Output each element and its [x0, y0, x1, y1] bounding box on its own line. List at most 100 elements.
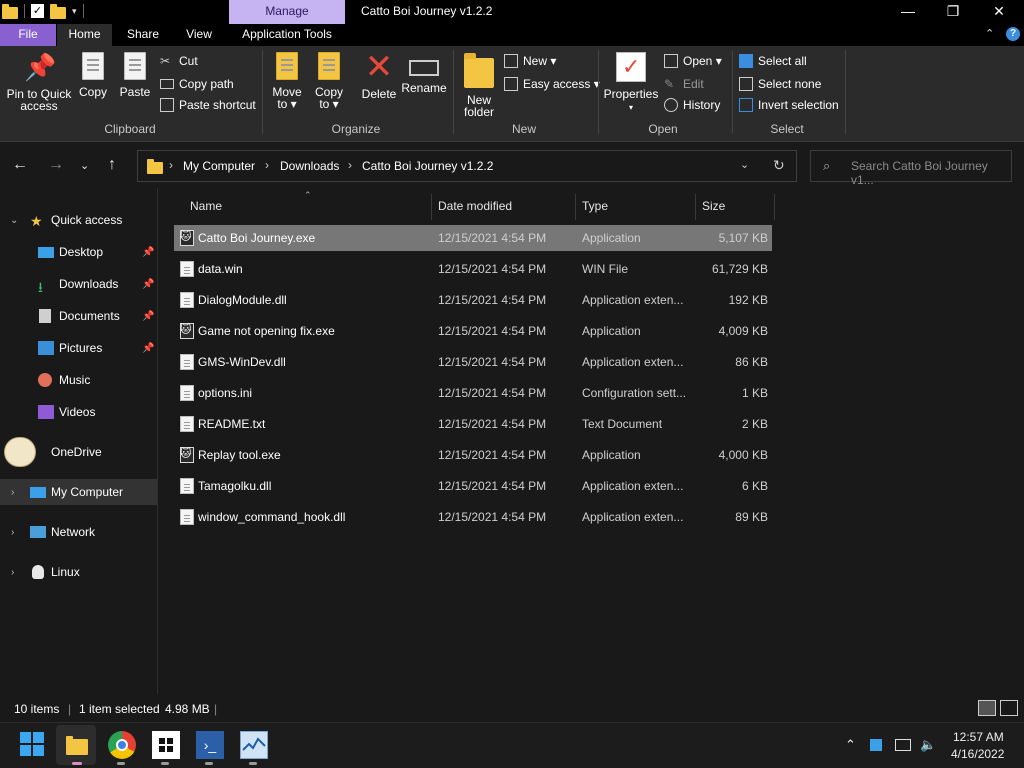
sidebar-item-documents[interactable]: Documents 📌 — [0, 303, 157, 329]
tab-file[interactable]: File — [0, 24, 56, 46]
sidebar-item-onedrive[interactable]: OneDrive — [0, 437, 157, 467]
customize-toolbar-caret-icon[interactable]: ▾ — [72, 6, 77, 17]
recent-locations-chevron-icon[interactable]: ⌄ — [80, 159, 89, 172]
rename-button[interactable]: Rename — [401, 52, 447, 94]
cut-button[interactable]: ✂ Cut — [160, 52, 198, 70]
new-folder-icon[interactable] — [50, 4, 66, 19]
tab-share[interactable]: Share — [118, 24, 168, 46]
file-row[interactable]: Tamagolku.dll 12/15/2021 4:54 PM Applicati… — [174, 473, 772, 499]
properties-button[interactable]: Properties ▾ — [602, 52, 660, 114]
chrome-icon[interactable] — [108, 731, 136, 759]
tab-application-tools[interactable]: Application Tools — [230, 24, 344, 46]
pin-icon[interactable]: 📌 — [142, 247, 154, 258]
network-tray-icon[interactable] — [895, 739, 911, 751]
pin-icon[interactable]: 📌 — [142, 343, 154, 354]
large-icons-view-icon[interactable] — [1000, 700, 1018, 716]
breadcrumb-my-computer[interactable]: My Computer — [183, 159, 255, 173]
help-icon[interactable]: ? — [1006, 27, 1020, 41]
file-row[interactable]: data.win 12/15/2021 4:54 PM WIN File 61,729… — [174, 256, 772, 282]
file-row[interactable]: window_command_hook.dll 12/15/2021 4:54 P… — [174, 504, 772, 530]
sidebar-item-desktop[interactable]: Desktop 📌 — [0, 239, 157, 265]
sidebar-item-quick-access[interactable]: ⌄ ★ Quick access — [0, 207, 157, 233]
copy-to-button[interactable]: Copy to ▾ — [310, 52, 348, 110]
chevron-right-icon[interactable]: › — [11, 487, 14, 498]
sidebar-item-linux[interactable]: › Linux — [0, 559, 157, 585]
history-button[interactable]: History — [664, 96, 720, 114]
clock-time[interactable]: 12:57 AM — [953, 730, 1004, 744]
forward-arrow-icon[interactable]: → — [48, 156, 64, 174]
sidebar-item-my-computer[interactable]: › My Computer — [0, 479, 157, 505]
sidebar-item-downloads[interactable]: ⭳ Downloads 📌 — [0, 271, 157, 297]
collapse-ribbon-icon[interactable]: ⌃ — [985, 27, 994, 40]
close-button[interactable]: ✕ — [976, 0, 1022, 24]
column-divider[interactable] — [774, 194, 775, 220]
details-view-icon[interactable] — [978, 700, 996, 716]
file-row[interactable]: Replay tool.exe 12/15/2021 4:54 PM Applica… — [174, 442, 772, 468]
select-all-button[interactable]: Select all — [739, 52, 807, 70]
tab-manage[interactable]: Manage — [229, 0, 345, 24]
powershell-icon[interactable]: ›_ — [196, 731, 224, 759]
column-divider[interactable] — [695, 194, 696, 220]
tab-home[interactable]: Home — [57, 24, 112, 46]
chevron-right-icon[interactable]: › — [11, 567, 14, 578]
address-bar[interactable]: › My Computer › Downloads › Catto Boi Jo… — [137, 150, 797, 182]
paste-shortcut-button[interactable]: Paste shortcut — [160, 96, 256, 114]
store-app-icon[interactable] — [152, 731, 180, 759]
back-arrow-icon[interactable]: ← — [12, 156, 28, 174]
select-none-button[interactable]: Select none — [739, 75, 821, 93]
taskbar-file-explorer[interactable] — [56, 725, 96, 765]
sidebar-item-videos[interactable]: Videos — [0, 399, 157, 425]
column-divider[interactable] — [431, 194, 432, 220]
column-header-date-modified[interactable]: Date modified — [438, 199, 512, 213]
file-row[interactable]: GMS-WinDev.dll 12/15/2021 4:54 PM Applicat… — [174, 349, 772, 375]
column-header-size[interactable]: Size — [702, 199, 725, 213]
windows-start-icon[interactable] — [19, 731, 47, 759]
breadcrumb-chevron-icon[interactable]: › — [348, 158, 352, 172]
move-to-button[interactable]: Move to ▾ — [268, 52, 306, 110]
delete-button[interactable]: ✕ Delete — [358, 50, 400, 100]
new-item-button[interactable]: New ▾ — [504, 52, 556, 70]
resource-monitor-icon[interactable] — [240, 731, 268, 759]
clock-date[interactable]: 4/16/2022 — [951, 747, 1004, 761]
file-row[interactable]: options.ini 12/15/2021 4:54 PM Configurati… — [174, 380, 772, 406]
tray-app-icon[interactable] — [870, 739, 882, 751]
paste-button[interactable]: Paste — [118, 52, 152, 98]
chevron-down-icon[interactable]: ⌄ — [10, 215, 18, 226]
sidebar-item-music[interactable]: Music — [0, 367, 157, 393]
sidebar-item-network[interactable]: › Network — [0, 519, 157, 545]
column-header-name[interactable]: Name — [190, 199, 222, 213]
breadcrumb-chevron-icon[interactable]: › — [265, 158, 269, 172]
invert-selection-button[interactable]: Invert selection — [739, 96, 839, 114]
sidebar-item-pictures[interactable]: Pictures 📌 — [0, 335, 157, 361]
pin-icon[interactable]: 📌 — [142, 311, 154, 322]
volume-icon[interactable]: 🔈 — [920, 737, 936, 753]
file-row[interactable]: Catto Boi Journey.exe 12/15/2021 4:54 PM A… — [174, 225, 772, 251]
new-folder-button[interactable]: New folder — [458, 52, 500, 118]
up-arrow-icon[interactable]: ↑ — [108, 156, 116, 174]
maximize-button[interactable]: ❐ — [930, 0, 976, 24]
file-row[interactable]: DialogModule.dll 12/15/2021 4:54 PM Applic… — [174, 287, 772, 313]
tab-view[interactable]: View — [176, 24, 222, 46]
properties-icon[interactable]: ✓ — [31, 4, 44, 18]
edit-button[interactable]: ✎ Edit — [664, 75, 704, 93]
copy-path-button[interactable]: Copy path — [160, 75, 234, 93]
column-divider[interactable] — [575, 194, 576, 220]
column-header-type[interactable]: Type — [582, 199, 608, 213]
pin-icon[interactable]: 📌 — [142, 279, 154, 290]
search-input[interactable]: Search Catto Boi Journey v1... — [851, 159, 1011, 187]
minimize-button[interactable]: — — [885, 0, 931, 24]
open-button[interactable]: Open ▾ — [664, 52, 722, 70]
address-history-chevron-icon[interactable]: ⌄ — [740, 158, 749, 171]
refresh-icon[interactable]: ↻ — [773, 157, 785, 174]
chevron-right-icon[interactable]: › — [11, 527, 14, 538]
breadcrumb-chevron-icon[interactable]: › — [169, 158, 173, 172]
file-row[interactable]: Game not opening fix.exe 12/15/2021 4:54 … — [174, 318, 772, 344]
copy-button[interactable]: Copy — [76, 52, 110, 98]
breadcrumb-current-folder[interactable]: Catto Boi Journey v1.2.2 — [362, 159, 493, 173]
file-row[interactable]: README.txt 12/15/2021 4:54 PM Text Documen… — [174, 411, 772, 437]
breadcrumb-downloads[interactable]: Downloads — [280, 159, 339, 173]
search-box[interactable]: ⌕ Search Catto Boi Journey v1... — [810, 150, 1012, 187]
pin-to-quick-access-button[interactable]: 📌 Pin to Quick access — [4, 52, 74, 112]
show-hidden-icons-chevron-icon[interactable]: ⌃ — [845, 737, 856, 753]
easy-access-button[interactable]: Easy access ▾ — [504, 75, 600, 93]
